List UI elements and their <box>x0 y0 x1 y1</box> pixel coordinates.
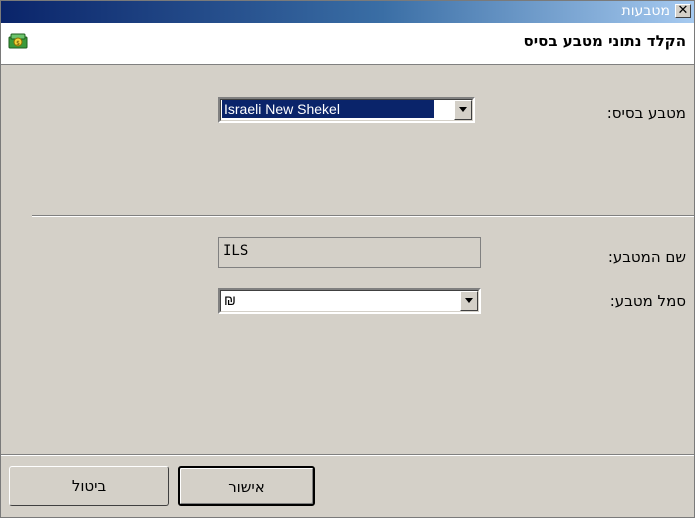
currency-money-icon: $ <box>8 33 28 49</box>
combo-border <box>220 290 479 312</box>
currency-name-value: ILS <box>223 243 249 259</box>
chevron-down-icon[interactable] <box>454 100 472 120</box>
base-currency-label: מטבע בסיס: <box>606 104 686 122</box>
close-button[interactable]: ✕ <box>675 4 691 18</box>
window-title: מטבעות <box>621 3 670 19</box>
ok-button[interactable]: אישור <box>178 466 315 506</box>
bottom-divider <box>1 454 694 456</box>
svg-text:$: $ <box>16 40 20 47</box>
ok-button-label: אישור <box>228 478 265 496</box>
title-bar[interactable]: ✕ מטבעות <box>1 1 694 23</box>
base-currency-value: Israeli New Shekel <box>222 100 434 118</box>
currency-symbol-value: ₪ <box>224 292 236 308</box>
currency-symbol-label: סמל מטבע: <box>609 292 686 310</box>
header-panel: הקלד נתוני מטבע בסיס $ <box>1 23 694 65</box>
currency-name-label: שם המטבע: <box>607 248 686 266</box>
divider <box>32 215 694 217</box>
currency-symbol-select[interactable]: ₪ <box>218 288 481 314</box>
cancel-button[interactable]: ביטול <box>9 466 169 506</box>
currency-name-field[interactable]: ILS <box>218 237 481 268</box>
base-currency-select[interactable]: Israeli New Shekel <box>218 97 475 123</box>
page-title: הקלד נתוני מטבע בסיס <box>523 32 686 50</box>
cancel-button-label: ביטול <box>71 477 107 495</box>
close-icon: ✕ <box>677 3 689 18</box>
dialog-window: ✕ מטבעות הקלד נתוני מטבע בסיס $ מטבע בסי… <box>0 0 695 518</box>
chevron-down-icon[interactable] <box>460 291 478 311</box>
